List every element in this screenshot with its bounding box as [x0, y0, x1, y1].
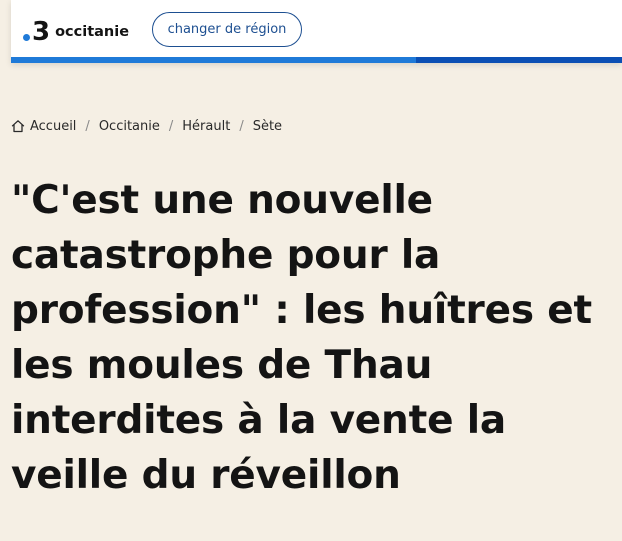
logo-number: 3: [32, 17, 51, 47]
breadcrumb-item-accueil[interactable]: Accueil: [30, 119, 76, 134]
breadcrumb-separator: /: [168, 118, 174, 134]
article-title: "C'est une nouvelle catastrophe pour la …: [11, 178, 592, 498]
breadcrumb: Accueil / Occitanie / Hérault / Sète: [11, 116, 282, 136]
site-header: 3 occitanie changer de région: [11, 0, 622, 63]
logo-region-name: occitanie: [55, 24, 130, 40]
accent-bar-light: [11, 57, 416, 63]
accent-bar-dark: [416, 57, 622, 63]
change-region-button[interactable]: changer de région: [152, 12, 302, 47]
breadcrumb-separator: /: [85, 118, 90, 134]
header-accent-bar: [11, 57, 622, 63]
breadcrumb-separator: /: [239, 118, 244, 134]
logo-dot-icon: [23, 33, 30, 41]
breadcrumb-item-sete[interactable]: Sète: [253, 119, 282, 134]
breadcrumb-item-herault[interactable]: Hérault: [182, 119, 230, 134]
france3-logo[interactable]: 3 occitanie: [23, 17, 129, 47]
home-icon[interactable]: [11, 119, 25, 133]
breadcrumb-item-occitanie[interactable]: Occitanie: [99, 119, 160, 134]
